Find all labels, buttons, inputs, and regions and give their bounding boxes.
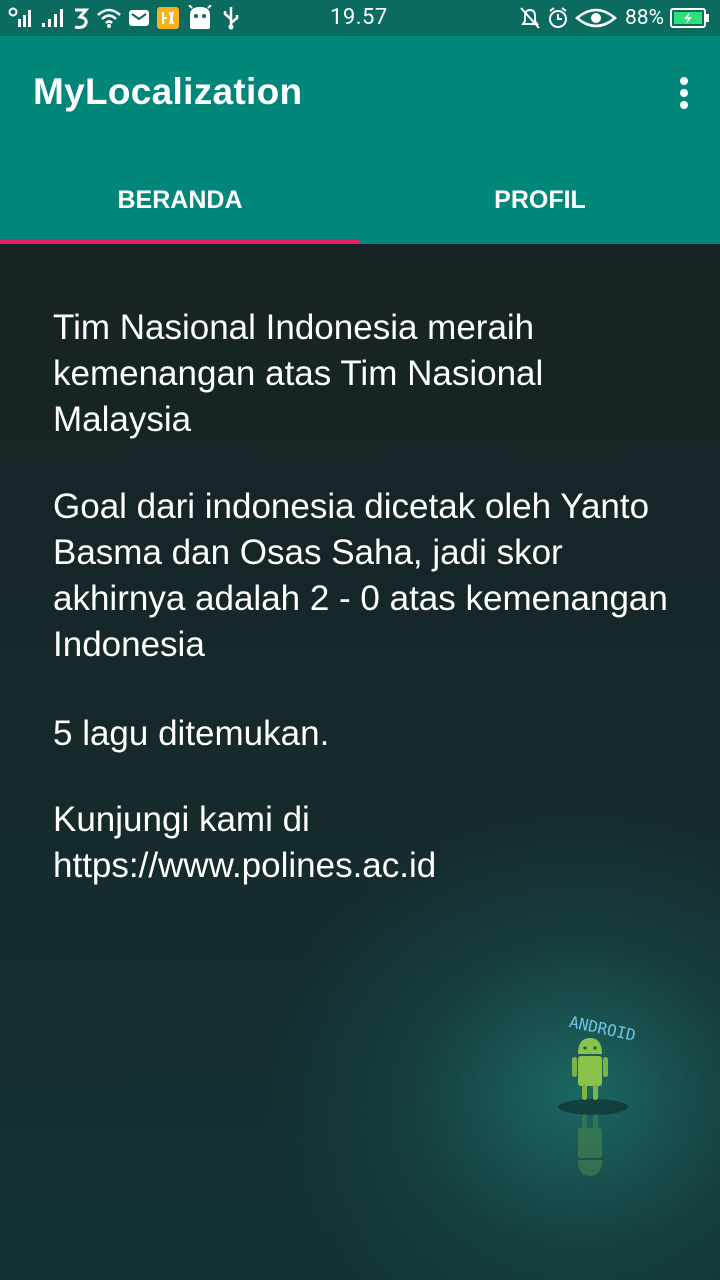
status-bar: 19.57 88% xyxy=(0,0,720,36)
app-title: MyLocalization xyxy=(33,71,303,112)
app-icon xyxy=(156,4,180,32)
battery-charging-icon xyxy=(670,4,710,32)
eye-icon xyxy=(575,4,617,32)
signal-icon xyxy=(40,4,66,32)
visit-link-text: Kunjungi kami di https://www.polines.ac.… xyxy=(53,800,437,885)
status-icons-right: 88% xyxy=(519,4,710,32)
android-robot-icon: ANDROID xyxy=(555,1002,655,1232)
app-bar: MyLocalization BERANDA PROFIL xyxy=(0,36,720,244)
wifi-icon xyxy=(96,4,122,32)
alarm-icon xyxy=(547,4,569,32)
tab-bar: BERANDA PROFIL xyxy=(0,156,720,244)
status-icons-left xyxy=(8,4,242,32)
content-area: Tim Nasional Indonesia meraih kemenangan… xyxy=(0,244,720,1280)
songs-found-text: 5 lagu ditemukan. xyxy=(53,714,330,753)
tab-beranda[interactable]: BERANDA xyxy=(0,156,360,244)
status-time: 19.57 xyxy=(330,5,388,30)
tab-profil[interactable]: PROFIL xyxy=(360,156,720,244)
usb-icon xyxy=(220,4,242,32)
signal-icon xyxy=(8,4,34,32)
svg-text:ANDROID: ANDROID xyxy=(568,1012,638,1045)
android-icon xyxy=(186,4,214,32)
news-paragraph-2: Goal dari indonesia dicetak oleh Yanto B… xyxy=(53,487,668,664)
mail-icon xyxy=(128,4,150,32)
news-paragraph-1: Tim Nasional Indonesia meraih kemenangan… xyxy=(53,308,544,439)
more-vert-icon[interactable] xyxy=(676,74,692,114)
mute-icon xyxy=(519,4,541,32)
network-3-icon xyxy=(72,4,90,32)
battery-percent: 88% xyxy=(625,6,664,30)
